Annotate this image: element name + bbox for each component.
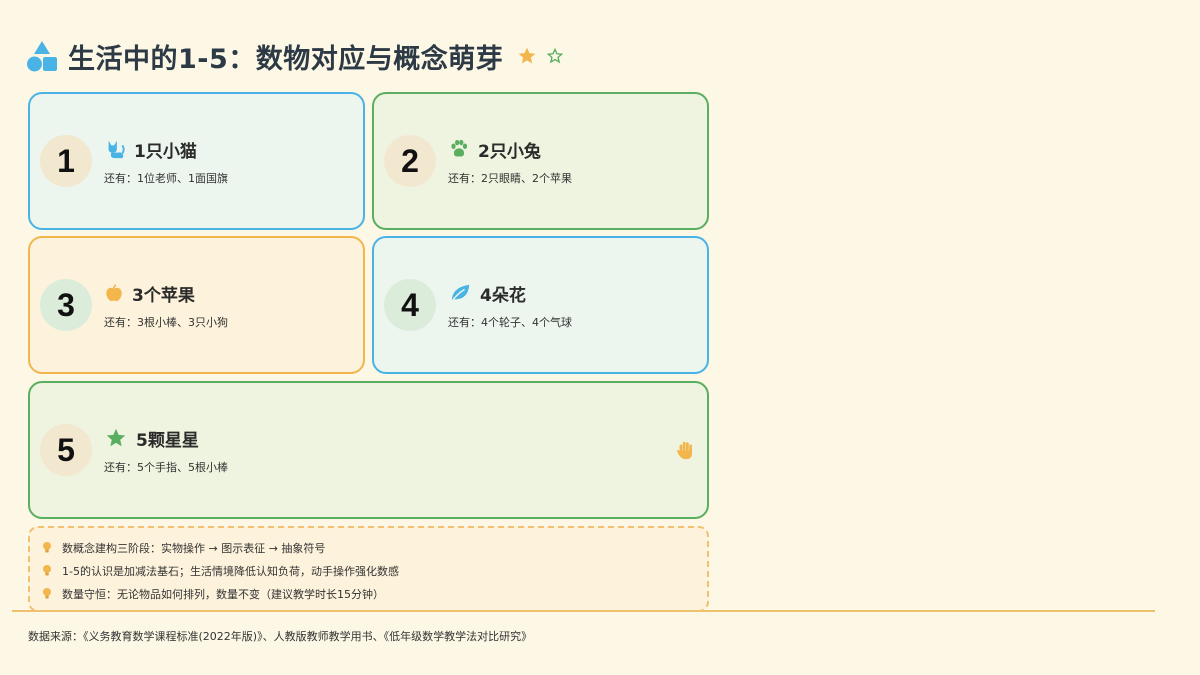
leaf-icon [451, 284, 470, 302]
card-3: 3 3个苹果 还有：3根小棒、3只小狗 [28, 236, 365, 374]
card-5: 5 5颗星星 还有：5个手指、5根小棒 [28, 381, 709, 519]
card-label: 4朵花 [480, 285, 526, 306]
apple-icon [106, 284, 122, 302]
card-also: 还有：4个轮子、4个气球 [448, 315, 572, 329]
card-number: 5 [40, 424, 92, 476]
note-text: 1-5的认识是加减法基石；生活情境降低认知负荷，动手操作强化数感 [62, 564, 399, 578]
card-number: 2 [384, 135, 436, 187]
paw-icon [451, 139, 468, 157]
shapes-icon [27, 41, 57, 72]
page-header: 生活中的1-5：数物对应与概念萌芽 [26, 36, 564, 76]
card-label: 3个苹果 [132, 285, 195, 306]
lightbulb-icon [43, 588, 51, 599]
card-also: 还有：2只眼睛、2个苹果 [448, 171, 572, 185]
card-1: 1 1只小猫 还有：1位老师、1面国旗 [28, 92, 365, 230]
card-4: 4 4朵花 还有：4个轮子、4个气球 [372, 236, 709, 374]
card-also: 还有：5个手指、5根小棒 [104, 460, 228, 474]
notes-panel: 数概念建构三阶段：实物操作 → 图示表征 → 抽象符号 1-5的认识是加减法基石… [28, 526, 709, 612]
card-also: 还有：1位老师、1面国旗 [104, 171, 228, 185]
card-number: 3 [40, 279, 92, 331]
page-title: 生活中的1-5：数物对应与概念萌芽 [68, 43, 504, 75]
lightbulb-icon [43, 565, 51, 576]
note-item: 数量守恒：无论物品如何排列，数量不变（建议教学时长15分钟） [42, 582, 707, 605]
card-label: 5颗星星 [136, 430, 199, 451]
note-item: 数概念建构三阶段：实物操作 → 图示表征 → 抽象符号 [42, 536, 707, 559]
card-also: 还有：3根小棒、3只小狗 [104, 315, 228, 329]
star-icon [518, 47, 536, 64]
note-text: 数量守恒：无论物品如何排列，数量不变（建议教学时长15分钟） [62, 587, 384, 601]
note-text: 数概念建构三阶段：实物操作 → 图示表征 → 抽象符号 [62, 541, 326, 555]
note-item: 1-5的认识是加减法基石；生活情境降低认知负荷，动手操作强化数感 [42, 559, 707, 582]
cat-icon [108, 140, 125, 159]
card-label: 1只小猫 [134, 141, 197, 162]
star-outline-icon [547, 48, 564, 64]
card-number: 4 [384, 279, 436, 331]
lightbulb-icon [43, 542, 51, 553]
card-2: 2 2只小兔 还有：2只眼睛、2个苹果 [372, 92, 709, 230]
card-label: 2只小兔 [478, 141, 541, 162]
card-number: 1 [40, 135, 92, 187]
source-note: 数据来源：《义务教育数学课程标准(2022年版)》、人教版教师教学用书、《低年级… [28, 630, 533, 643]
footer-divider [12, 610, 1155, 612]
star-icon [106, 428, 126, 447]
hand-icon [676, 441, 692, 460]
